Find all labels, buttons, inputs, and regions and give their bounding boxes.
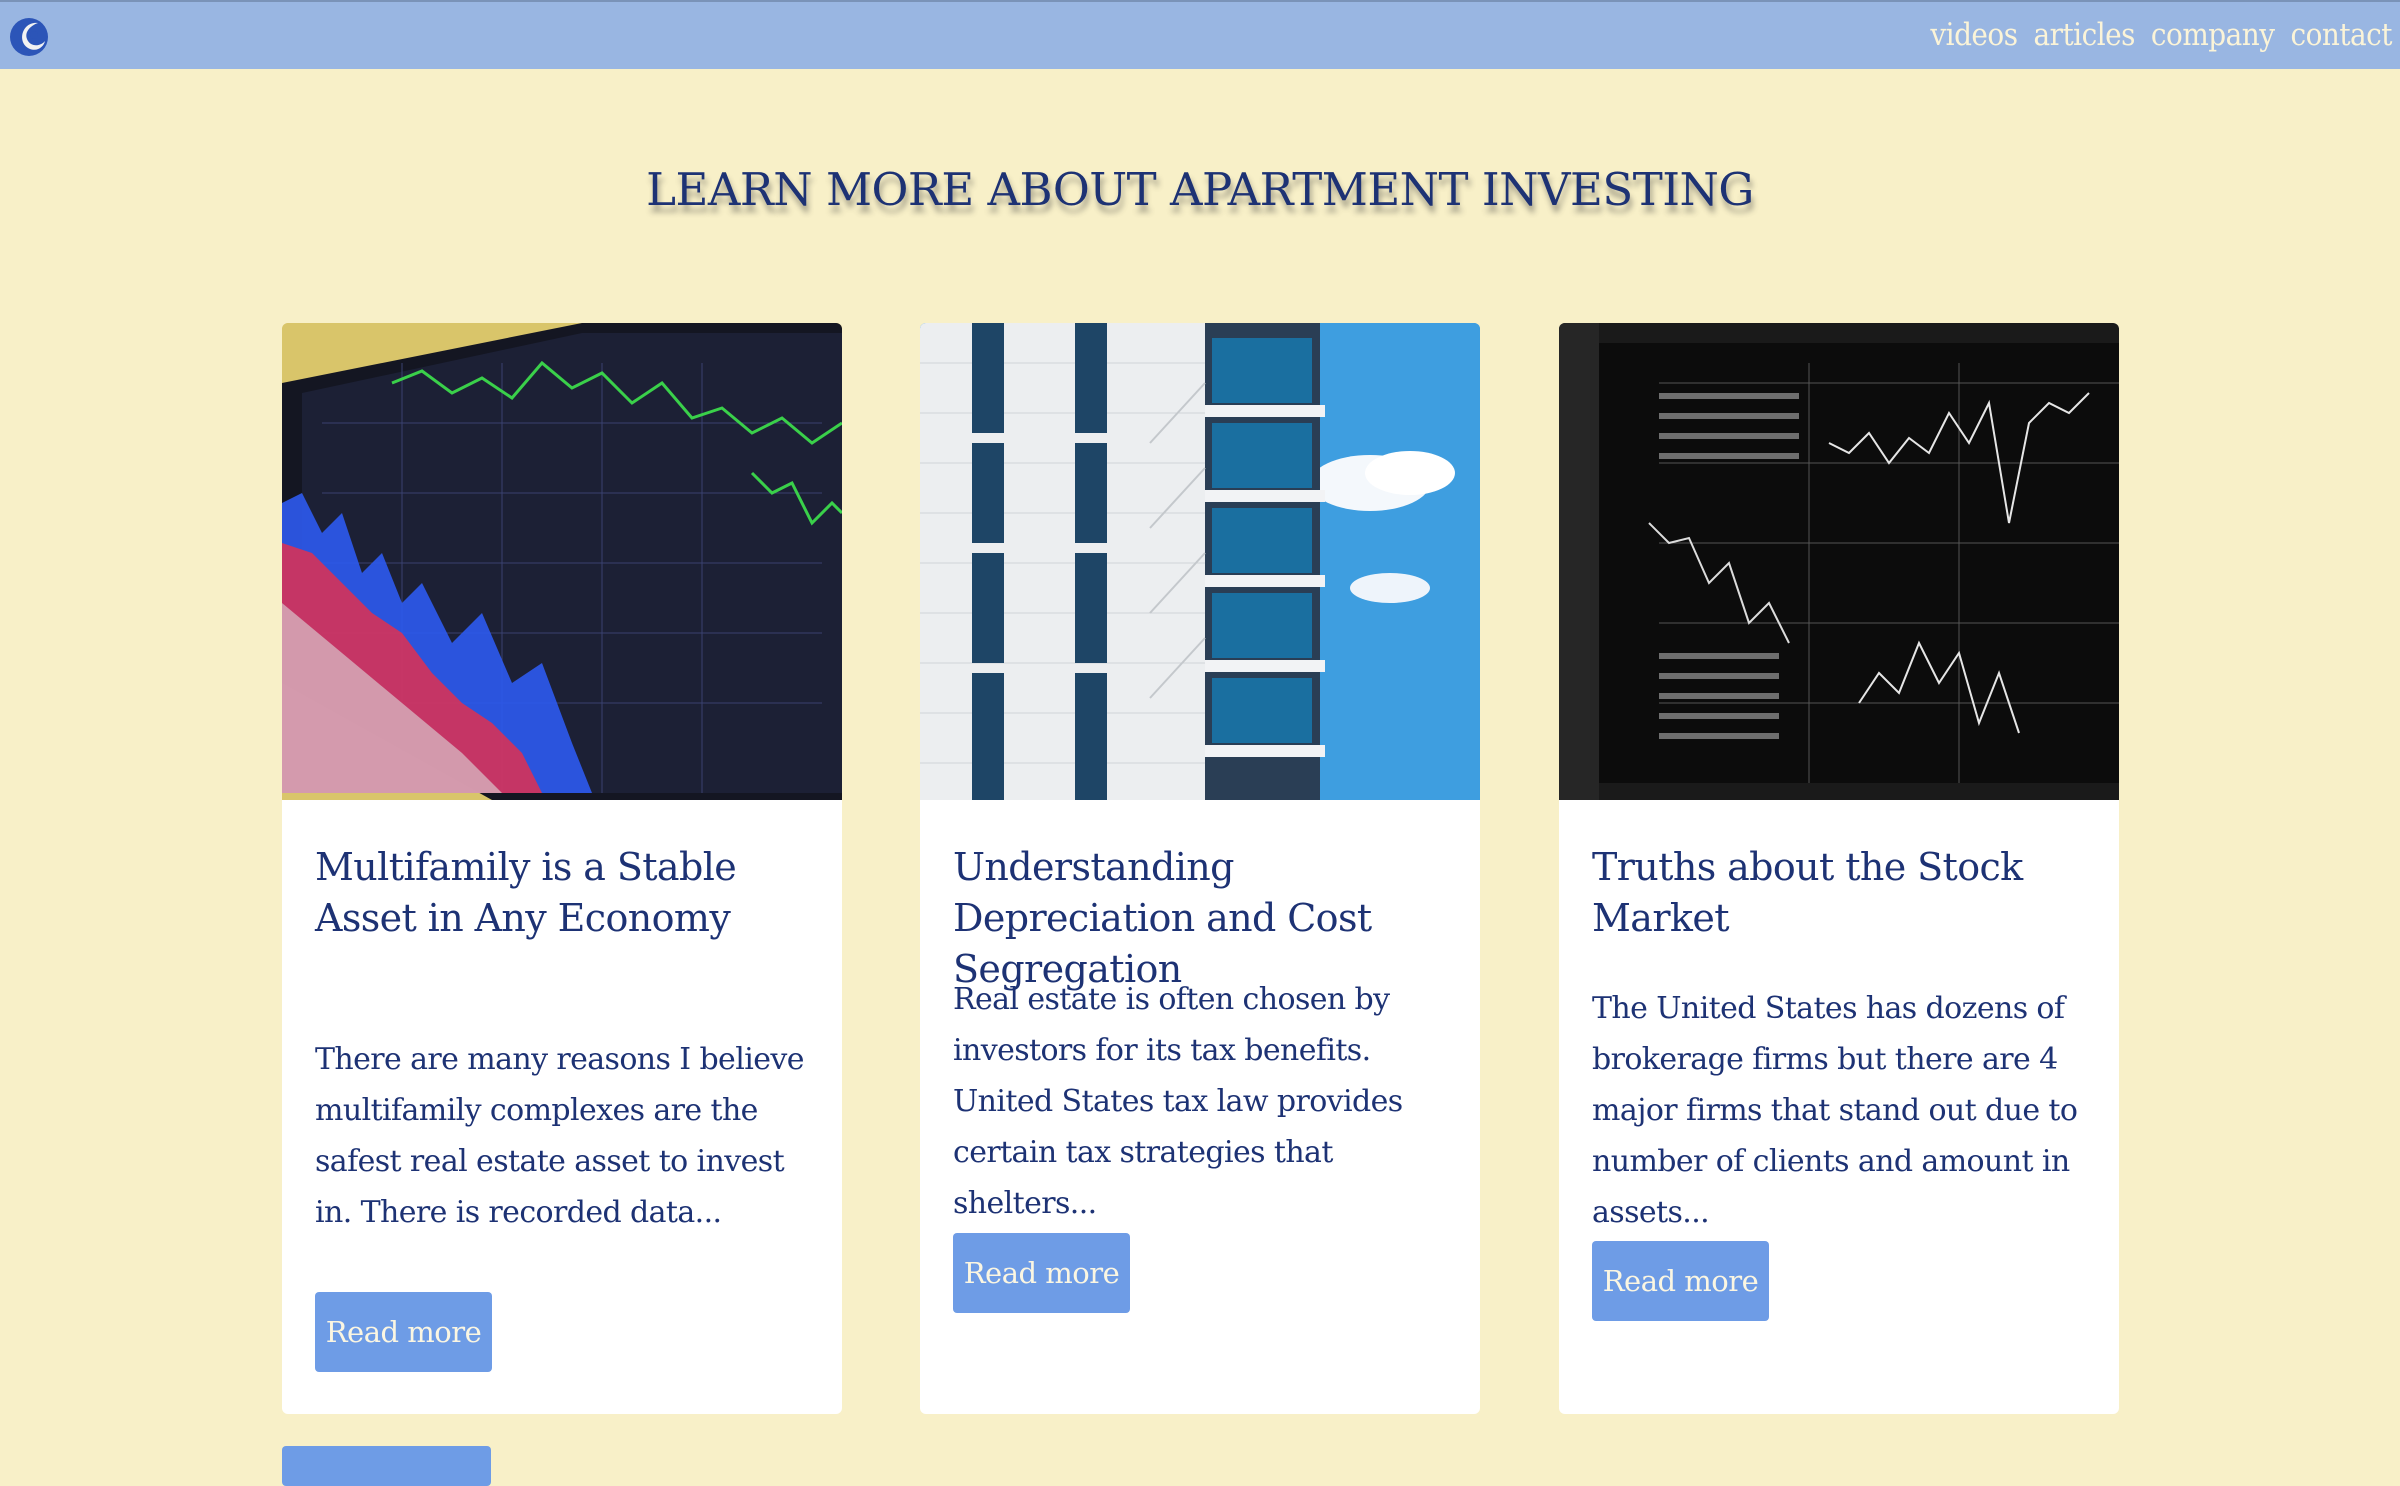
logo-icon[interactable] [8, 13, 50, 59]
card-title[interactable]: Multifamily is a Stable Asset in Any Eco… [315, 842, 815, 944]
page-title: LEARN MORE ABOUT APARTMENT INVESTING [646, 163, 1754, 216]
card-title[interactable]: Understanding Depreciation and Cost Segr… [953, 842, 1453, 995]
article-card-stock-market: Truths about the Stock Market The United… [1559, 323, 2119, 1414]
card-excerpt: The United States has dozens of brokerag… [1592, 991, 2078, 1230]
more-articles-button[interactable] [282, 1446, 491, 1486]
nav-link-contact[interactable]: contact [2290, 16, 2392, 54]
card-title[interactable]: Truths about the Stock Market [1592, 842, 2092, 944]
nav-links: videos articles company contact [1930, 16, 2392, 54]
top-navbar: videos articles company contact [0, 0, 2400, 69]
read-more-button[interactable]: Read more [315, 1292, 492, 1372]
card-excerpt: Real estate is often chosen by investors… [953, 982, 1403, 1221]
article-card-depreciation: Understanding Depreciation and Cost Segr… [920, 323, 1480, 1414]
stock-market-monitor-image [1559, 323, 2119, 800]
read-more-button[interactable]: Read more [953, 1233, 1130, 1313]
nav-link-articles[interactable]: articles [2034, 16, 2136, 54]
apartment-building-image [920, 323, 1480, 800]
read-more-button[interactable]: Read more [1592, 1241, 1769, 1321]
nav-link-company[interactable]: company [2151, 16, 2275, 54]
tablet-stock-chart-image [282, 323, 842, 800]
nav-link-videos[interactable]: videos [1930, 16, 2018, 54]
card-excerpt: There are many reasons I believe multifa… [315, 1042, 804, 1230]
article-card-multifamily: Multifamily is a Stable Asset in Any Eco… [282, 323, 842, 1414]
